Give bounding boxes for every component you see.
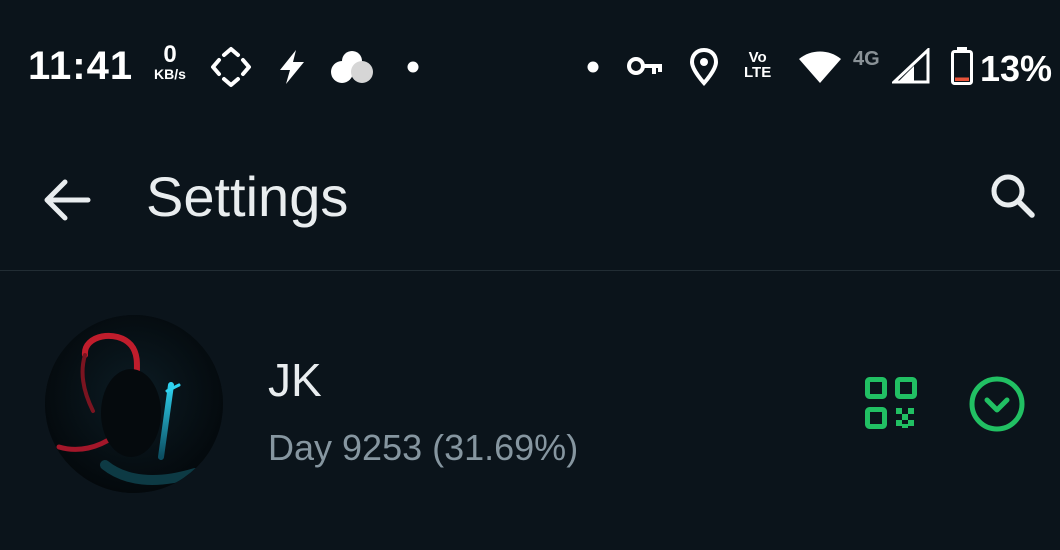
app-bar: Settings (0, 130, 1060, 270)
qr-code-button[interactable] (850, 367, 932, 449)
dot-icon (587, 61, 599, 73)
network-type-label: 4G (853, 48, 880, 70)
profile-row[interactable]: JK Day 9253 (31.69%) (0, 271, 1060, 550)
volte-top-label: Vo (748, 49, 767, 66)
battery-icon (951, 47, 973, 85)
volte-bottom-label: LTE (744, 64, 772, 81)
back-arrow-icon (44, 179, 91, 221)
key-icon (627, 57, 662, 75)
expand-profile-button[interactable] (956, 367, 1038, 449)
qr-code-icon (865, 377, 917, 429)
profile-status: Day 9253 (31.69%) (268, 427, 579, 468)
net-speed-indicator: 0 KB/s (148, 41, 192, 83)
dot-icon (407, 61, 419, 73)
signal-icon (892, 48, 930, 84)
settings-screen: 11:41 0 KB/s Vo LTE 4G 13% Settings JK D… (0, 0, 1060, 550)
volte-icon: Vo LTE (744, 50, 771, 80)
status-clock: 11:41 (28, 44, 134, 88)
search-icon (991, 174, 1035, 218)
chevron-down-circle-icon (969, 376, 1025, 432)
avatar-image (45, 315, 223, 493)
page-title: Settings (146, 165, 349, 228)
profile-name: JK (268, 354, 322, 406)
battery-percent: 13% (980, 48, 1053, 89)
location-icon (690, 48, 718, 86)
flash-icon (280, 50, 304, 84)
avatar[interactable] (45, 315, 223, 493)
search-button[interactable] (968, 152, 1058, 242)
diamond-arrows-icon (211, 47, 251, 87)
cloud-icon (331, 51, 373, 83)
status-bar: 11:41 0 KB/s Vo LTE 4G 13% (0, 0, 1060, 130)
net-speed-unit: KB/s (154, 66, 186, 82)
wifi-icon (799, 51, 841, 83)
back-button[interactable] (28, 160, 108, 240)
battery-level-fill (955, 77, 969, 81)
net-speed-value: 0 (163, 41, 177, 68)
